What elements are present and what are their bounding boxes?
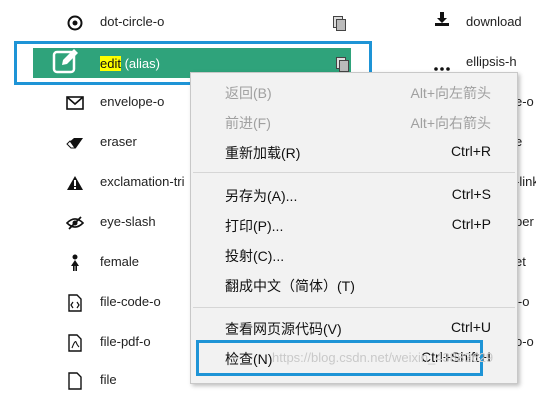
list-item-label: envelope-o [100,94,165,109]
list-item-label: eye-slash [100,214,156,229]
copy-icon[interactable] [333,16,346,31]
list-item-label: exclamation-tri [100,174,185,189]
menu-item-label: 重新加载(R) [225,145,301,161]
right-list-item-label[interactable]: ellipsis-h [466,54,517,69]
search-highlight: edit [100,56,121,71]
right-list-item-label[interactable]: download [466,14,522,29]
watermark: https://blog.csdn.net/weixin_43883629 [272,350,494,365]
list-item-label: eraser [100,134,137,149]
menu-item-label: 打印(P)... [225,218,284,234]
list-item-label: file-pdf-o [100,334,151,349]
dot-circle-icon [66,14,84,32]
menu-item-label: 返回(B) [225,85,272,101]
download-icon [434,11,450,32]
menu-item-shortcut: Alt+向左箭头 [410,85,491,101]
selected-item-label: edit (alias) [100,56,160,71]
list-item-label: file-code-o [100,294,161,309]
eraser-icon [66,134,84,152]
list-item[interactable]: dot-circle-o [0,2,370,42]
eye-slash-icon [66,214,84,232]
menu-item-label: 投射(C)... [225,248,285,264]
menu-item-shortcut: Ctrl+R [450,143,491,159]
female-icon [66,254,84,272]
list-item-label: file [100,372,117,387]
menu-separator [193,172,515,173]
menu-item-label: 翻成中文（简体）(T) [225,278,355,294]
menu-item-shortcut: Ctrl+S [451,186,491,202]
list-item-label: dot-circle-o [100,14,165,29]
pencil-square-icon [51,46,81,76]
envelope-o-icon [66,94,84,112]
right-list-item-label[interactable]: -link [515,174,536,189]
alias-text: (alias) [120,56,160,71]
copy-icon[interactable] [336,57,349,72]
file-pdf-o-icon [66,334,84,352]
exclamation-triangle-icon [66,174,84,192]
list-item-label: female [100,254,140,269]
menu-item-shortcut: Ctrl+U [450,319,491,335]
file-code-o-icon [66,294,84,312]
file-icon [66,372,84,390]
menu-item-shortcut: Ctrl+P [451,216,491,232]
menu-separator [193,307,515,308]
menu-item-label: 另存为(A)... [225,188,298,204]
context-menu: 返回(B) Alt+向左箭头 前进(F) Alt+向右箭头 重新加载(R) Ct… [190,72,518,384]
menu-item-shortcut: Alt+向右箭头 [410,115,491,131]
menu-item-label: 前进(F) [225,115,271,131]
menu-item-label: 查看网页源代码(V) [225,321,342,337]
